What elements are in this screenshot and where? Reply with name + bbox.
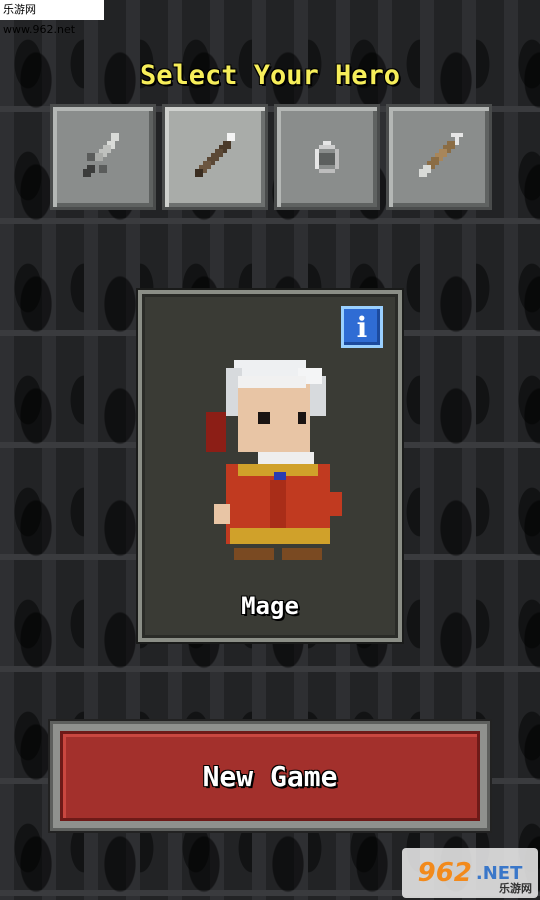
- watermark-logo-number: 962: [417, 858, 472, 888]
- hero-button-warrior[interactable]: [50, 104, 156, 210]
- new-game-button[interactable]: New Game: [60, 731, 480, 821]
- watermark-logo-cn: 乐游网: [499, 882, 532, 895]
- watermark-top: 乐游网 www.962.net: [0, 0, 104, 36]
- hero-button-rogue[interactable]: [274, 104, 380, 210]
- info-button[interactable]: i: [341, 306, 383, 348]
- hero-button-huntress[interactable]: [386, 104, 492, 210]
- hero-button-mage[interactable]: [162, 104, 268, 210]
- hero-name: Mage: [241, 592, 299, 620]
- page-title: Select Your Hero: [139, 60, 401, 91]
- staff-icon: [195, 133, 235, 177]
- ring-icon: [315, 141, 339, 173]
- new-game-frame: New Game: [50, 721, 490, 831]
- watermark-logo: 962 .NET 乐游网: [402, 848, 538, 898]
- mage-sprite: [206, 360, 342, 560]
- sword-icon: [83, 133, 119, 177]
- bow-icon: [419, 133, 463, 177]
